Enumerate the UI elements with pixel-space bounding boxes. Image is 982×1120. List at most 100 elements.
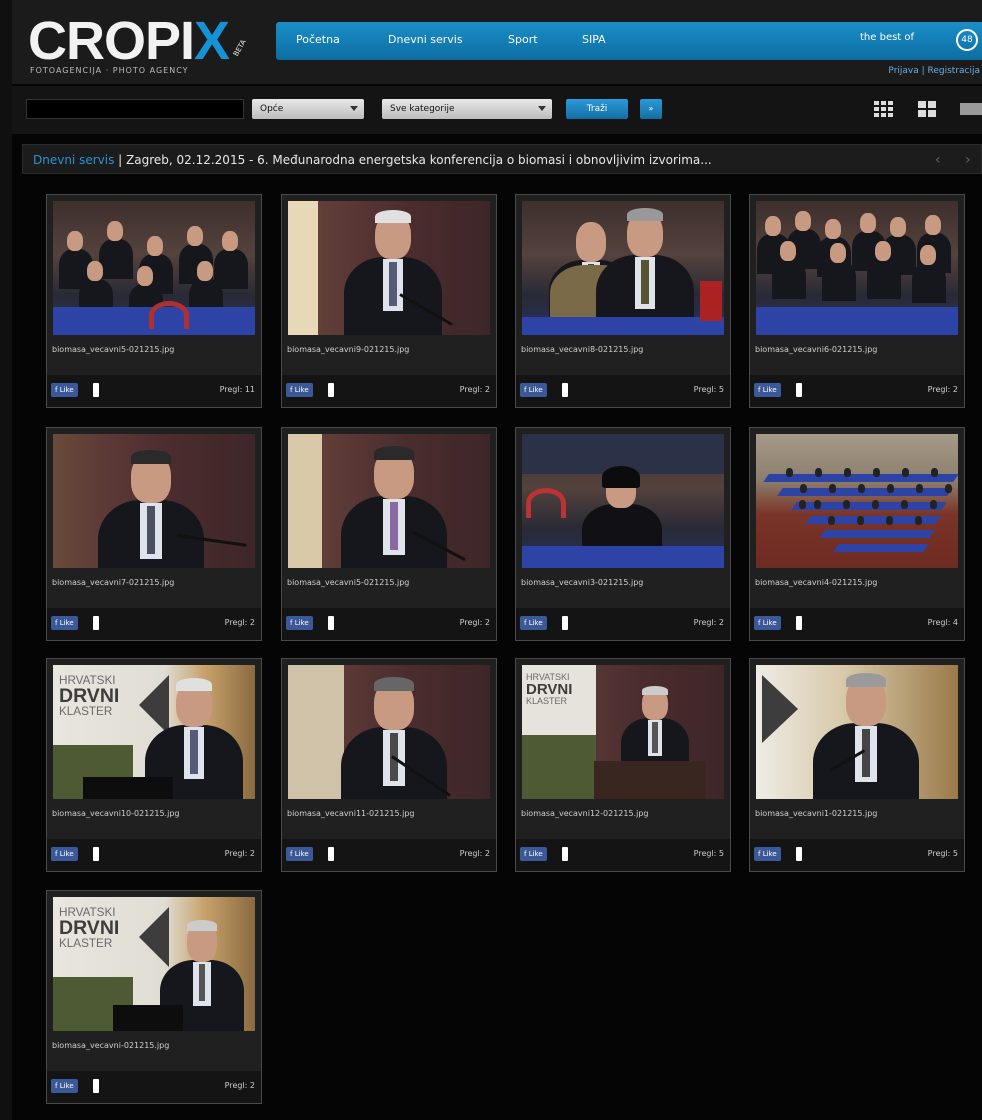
photo-thumbnail[interactable] bbox=[756, 434, 958, 568]
photo-filename[interactable]: biomasa_vecavni-021215.jpg bbox=[52, 1041, 169, 1050]
search-input[interactable] bbox=[26, 99, 244, 119]
category-select[interactable]: Sve kategorije bbox=[382, 99, 552, 119]
photo-thumbnail[interactable] bbox=[288, 201, 490, 335]
photo-filename[interactable]: biomasa_vecavni4-021215.jpg bbox=[755, 578, 877, 587]
advanced-search-button[interactable]: » bbox=[640, 99, 662, 119]
photo-card[interactable]: biomasa_vecavni6-021215.jpg f Like Pregl… bbox=[749, 194, 965, 408]
like-count-box bbox=[93, 616, 99, 630]
photo-card[interactable]: HRVATSKI DRVNI KLASTER biomasa_vecavni12… bbox=[515, 658, 731, 872]
photo-card[interactable]: biomasa_vecavni7-021215.jpg f Like Pregl… bbox=[46, 427, 262, 641]
nav-item-pocetna[interactable]: Početna bbox=[296, 33, 340, 46]
photo-card[interactable]: biomasa_vecavni5-021215.jpg f Like Pregl… bbox=[46, 194, 262, 408]
photo-card[interactable]: biomasa_vecavni3-021215.jpg f Like Pregl… bbox=[515, 427, 731, 641]
breadcrumb: Dnevni servis | Zagreb, 02.12.2015 - 6. … bbox=[22, 144, 982, 174]
view-count: Pregl: 4 bbox=[927, 618, 958, 627]
photo-card[interactable]: HRVATSKI DRVNI KLASTER biomasa_vecavni-0… bbox=[46, 890, 262, 1104]
photo-filename[interactable]: biomasa_vecavni5-021215.jpg bbox=[52, 345, 174, 354]
facebook-like-button[interactable]: f Like bbox=[520, 847, 547, 861]
like-count-box bbox=[328, 383, 334, 397]
view-count: Pregl: 2 bbox=[224, 849, 255, 858]
photo-card-footer: f Like Pregl: 2 bbox=[750, 375, 964, 407]
photo-card-footer: f Like Pregl: 5 bbox=[750, 839, 964, 871]
facebook-like-button[interactable]: f Like bbox=[51, 616, 78, 630]
chevron-right-icon[interactable]: › bbox=[965, 152, 971, 168]
search-mode-select[interactable]: Opće bbox=[252, 99, 364, 119]
photo-filename[interactable]: biomasa_vecavni1-021215.jpg bbox=[755, 809, 877, 818]
photo-card[interactable]: biomasa_vecavni11-021215.jpg f Like Preg… bbox=[281, 658, 497, 872]
facebook-like-button[interactable]: f Like bbox=[520, 383, 547, 397]
nav-item-dnevni-servis[interactable]: Dnevni servis bbox=[388, 33, 463, 46]
view-count: Pregl: 2 bbox=[459, 849, 490, 858]
list-icon[interactable] bbox=[960, 99, 982, 119]
logo-subtitle: FOTOAGENCIJA · PHOTO AGENCY bbox=[30, 66, 189, 75]
photo-filename[interactable]: biomasa_vecavni11-021215.jpg bbox=[287, 809, 414, 818]
photo-filename[interactable]: biomasa_vecavni8-021215.jpg bbox=[521, 345, 643, 354]
facebook-like-button[interactable]: f Like bbox=[286, 383, 313, 397]
facebook-like-button[interactable]: f Like bbox=[520, 616, 547, 630]
photo-thumbnail[interactable]: HRVATSKI DRVNI KLASTER bbox=[522, 665, 724, 799]
page: CROPIX BETA FOTOAGENCIJA · PHOTO AGENCY … bbox=[12, 0, 982, 1120]
photo-thumbnail[interactable] bbox=[522, 434, 724, 568]
photo-thumbnail[interactable] bbox=[53, 434, 255, 568]
photo-card-footer: f Like Pregl: 2 bbox=[47, 608, 261, 640]
photo-card[interactable]: biomasa_vecavni9-021215.jpg f Like Pregl… bbox=[281, 194, 497, 408]
photo-card[interactable]: biomasa_vecavni1-021215.jpg f Like Pregl… bbox=[749, 658, 965, 872]
photo-thumbnail[interactable] bbox=[288, 665, 490, 799]
grid-small-icon[interactable] bbox=[874, 99, 894, 119]
like-count-box bbox=[93, 1079, 99, 1093]
best-of-badge[interactable]: 48 bbox=[956, 29, 978, 51]
photo-filename[interactable]: biomasa_vecavni12-021215.jpg bbox=[521, 809, 648, 818]
facebook-like-button[interactable]: f Like bbox=[754, 847, 781, 861]
view-count: Pregl: 2 bbox=[927, 385, 958, 394]
photo-card-footer: f Like Pregl: 2 bbox=[47, 1071, 261, 1103]
header: CROPIX BETA FOTOAGENCIJA · PHOTO AGENCY … bbox=[12, 0, 982, 84]
best-of-link[interactable]: the best of bbox=[860, 32, 914, 43]
facebook-like-button[interactable]: f Like bbox=[754, 616, 781, 630]
photo-filename[interactable]: biomasa_vecavni3-021215.jpg bbox=[521, 578, 643, 587]
chevron-down-icon bbox=[538, 106, 546, 111]
logo[interactable]: CROPIX BETA FOTOAGENCIJA · PHOTO AGENCY bbox=[28, 14, 268, 76]
photo-thumbnail[interactable]: HRVATSKI DRVNI KLASTER bbox=[53, 897, 255, 1031]
photo-card[interactable]: biomasa_vecavni8-021215.jpg f Like Pregl… bbox=[515, 194, 731, 408]
facebook-like-button[interactable]: f Like bbox=[286, 616, 313, 630]
chevron-left-icon[interactable]: ‹ bbox=[935, 152, 941, 168]
chevron-down-icon bbox=[350, 106, 358, 111]
photo-thumbnail[interactable] bbox=[756, 665, 958, 799]
photo-card[interactable]: biomasa_vecavni4-021215.jpg f Like Pregl… bbox=[749, 427, 965, 641]
like-count-box bbox=[796, 383, 802, 397]
facebook-like-button[interactable]: f Like bbox=[51, 847, 78, 861]
logo-wordmark: CROPIX bbox=[28, 11, 230, 71]
like-count-box bbox=[328, 616, 334, 630]
photo-card[interactable]: biomasa_vecavni5-021215.jpg f Like Pregl… bbox=[281, 427, 497, 641]
facebook-like-button[interactable]: f Like bbox=[286, 847, 313, 861]
facebook-like-button[interactable]: f Like bbox=[51, 1079, 78, 1093]
search-button[interactable]: Traži bbox=[566, 99, 628, 119]
photo-filename[interactable]: biomasa_vecavni10-021215.jpg bbox=[52, 809, 179, 818]
view-count: Pregl: 2 bbox=[693, 618, 724, 627]
like-count-box bbox=[562, 847, 568, 861]
login-register-links[interactable]: Prijava | Registracija bbox=[888, 66, 980, 76]
photo-filename[interactable]: biomasa_vecavni5-021215.jpg bbox=[287, 578, 409, 587]
photo-thumbnail[interactable] bbox=[53, 201, 255, 335]
nav-item-sipa[interactable]: SIPA bbox=[582, 33, 606, 46]
facebook-like-button[interactable]: f Like bbox=[754, 383, 781, 397]
photo-card-footer: f Like Pregl: 11 bbox=[47, 375, 261, 407]
nav-item-sport[interactable]: Sport bbox=[508, 33, 538, 46]
breadcrumb-section-link[interactable]: Dnevni servis bbox=[33, 153, 114, 167]
photo-card-footer: f Like Pregl: 4 bbox=[750, 608, 964, 640]
photo-thumbnail[interactable] bbox=[288, 434, 490, 568]
facebook-like-button[interactable]: f Like bbox=[51, 383, 78, 397]
grid-large-icon[interactable] bbox=[918, 99, 938, 119]
photo-thumbnail[interactable]: HRVATSKI DRVNI KLASTER bbox=[53, 665, 255, 799]
photo-filename[interactable]: biomasa_vecavni7-021215.jpg bbox=[52, 578, 174, 587]
photo-thumbnail[interactable] bbox=[756, 201, 958, 335]
photo-thumbnail[interactable] bbox=[522, 201, 724, 335]
photo-filename[interactable]: biomasa_vecavni9-021215.jpg bbox=[287, 345, 409, 354]
photo-card-footer: f Like Pregl: 2 bbox=[47, 839, 261, 871]
view-count: Pregl: 5 bbox=[693, 849, 724, 858]
photo-filename[interactable]: biomasa_vecavni6-021215.jpg bbox=[755, 345, 877, 354]
view-count: Pregl: 2 bbox=[459, 618, 490, 627]
view-count: Pregl: 5 bbox=[927, 849, 958, 858]
photo-card-footer: f Like Pregl: 5 bbox=[516, 839, 730, 871]
photo-card[interactable]: HRVATSKI DRVNI KLASTER biomasa_vecavni10… bbox=[46, 658, 262, 872]
